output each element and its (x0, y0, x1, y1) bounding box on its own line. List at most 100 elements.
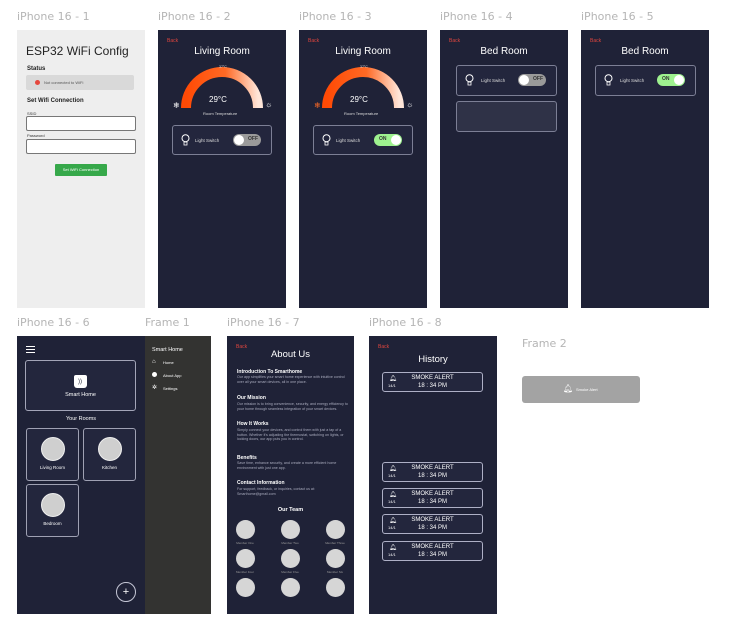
room-name: Bedroom (43, 521, 62, 526)
team-avatar (236, 578, 255, 597)
living-room-off-screen: Back Living Room 37°C 29°C Room Temperat… (158, 30, 286, 308)
team-avatar (236, 520, 255, 539)
temperature-gauge (181, 67, 263, 109)
password-label: Password (27, 133, 45, 138)
nav-drawer: Smart Home ⌂ Home About App ✲ Settings (145, 336, 211, 614)
info-icon (152, 372, 157, 377)
smart-home-card[interactable]: )) Smart Home (25, 360, 136, 411)
light-toggle[interactable]: OFF (233, 134, 261, 146)
alert-title: SMOKE ALERT (411, 375, 454, 381)
sun-icon: ☼ (406, 100, 414, 109)
page-title: Bed Room (621, 46, 669, 57)
alert-time: 18 : 34 PM (417, 525, 447, 531)
sun-icon: ☼ (265, 100, 273, 109)
ssid-input[interactable] (26, 116, 136, 131)
section-heading: How It Works (237, 421, 269, 427)
snowflake-icon: ❄ (173, 101, 180, 110)
team-avatar (281, 578, 300, 597)
section-text: Simply connect your devices, and control… (237, 428, 344, 441)
room-card-living-room[interactable]: Living Room (26, 428, 79, 481)
smart-home-card-title: Smart Home (65, 392, 96, 398)
status-text: Not connected to WiFi (44, 80, 84, 85)
frame-label-frame-1: Frame 1 (145, 316, 190, 329)
frame-label-iphone-7: iPhone 16 - 7 (227, 316, 300, 329)
drawer-item-label: Settings (163, 386, 178, 391)
back-link[interactable]: Back (590, 38, 601, 44)
room-name: Living Room (39, 465, 65, 470)
section-text: Save time, enhance security, and create … (237, 461, 337, 470)
alert-time: 18 : 34 PM (417, 552, 447, 558)
team-member-name: Member Six (326, 570, 343, 574)
light-bulb-icon (322, 134, 331, 146)
empty-device-card (456, 101, 557, 132)
room-card-kitchen[interactable]: Kitchen (83, 428, 136, 481)
alert-title: SMOKE ALERT (411, 465, 454, 471)
section-heading: Our Mission (237, 395, 266, 401)
set-wifi-heading: Set Wifi Connection (27, 98, 84, 104)
esp-title: ESP32 WiFi Config (26, 44, 129, 58)
page-title: Living Room (194, 46, 250, 57)
drawer-item-label: Home (163, 360, 174, 365)
back-link[interactable]: Back (308, 38, 319, 44)
back-link[interactable]: Back (449, 38, 460, 44)
room-card-bedroom[interactable]: Bedroom (26, 484, 79, 537)
gear-icon: ✲ (152, 385, 158, 391)
team-heading: Our Team (277, 507, 304, 513)
page-title: Living Room (335, 46, 391, 57)
section-heading: Contact Information (237, 480, 285, 486)
team-avatar (326, 549, 345, 568)
light-toggle[interactable]: OFF (518, 74, 546, 86)
hamburger-menu-icon[interactable] (26, 346, 35, 353)
light-toggle[interactable]: ON (657, 74, 685, 86)
your-rooms-heading: Your Rooms (65, 416, 97, 422)
drawer-item-home[interactable]: ⌂ Home (152, 359, 207, 367)
status-heading: Status (27, 66, 46, 72)
set-wifi-button[interactable]: Set WiFi Connection (55, 164, 107, 176)
back-link[interactable]: Back (167, 38, 178, 44)
drawer-item-about[interactable]: About App (152, 372, 207, 380)
history-item[interactable]: 🔔︎ SMOKE ALERT 14/1 18 : 34 PM (382, 462, 483, 482)
history-item[interactable]: 🔔︎ SMOKE ALERT 14/1 18 : 34 PM (382, 488, 483, 508)
smoke-alert-notification[interactable]: 🔔︎ Smoke Alert (522, 376, 640, 403)
add-room-button[interactable]: + (116, 582, 136, 602)
history-screen: Back History 🔔︎ SMOKE ALERT 14/1 18 : 34… (369, 336, 497, 614)
history-item[interactable]: 🔔︎ SMOKE ALERT 14/1 18 : 34 PM (382, 514, 483, 534)
alert-title: SMOKE ALERT (411, 544, 454, 550)
toggle-knob (674, 75, 684, 85)
back-link[interactable]: Back (378, 344, 389, 350)
frame-label-frame-2: Frame 2 (522, 337, 567, 350)
frame-label-iphone-1: iPhone 16 - 1 (17, 10, 90, 23)
toggle-state: OFF (533, 76, 543, 82)
temperature-label: Room Temperature (203, 111, 238, 116)
room-image (41, 437, 65, 461)
temperature-value: 29°C (209, 95, 227, 104)
password-input[interactable] (26, 139, 136, 154)
status-box: Not connected to WiFi (26, 75, 134, 90)
drawer-item-settings[interactable]: ✲ Settings (152, 385, 207, 393)
bed-room-off-screen: Back Bed Room Light Switch OFF (440, 30, 568, 308)
light-bulb-icon (465, 74, 474, 86)
team-member-name: Member Three (325, 541, 345, 545)
team-member-name: Member Five (281, 570, 299, 574)
about-screen: Back About Us Introduction To Smarthome … (227, 336, 354, 614)
home-screen: )) Smart Home Your Rooms Living Room Kit… (17, 336, 145, 614)
status-dot-icon (35, 80, 40, 85)
section-text: Our app simplifies your smart home exper… (237, 375, 345, 384)
light-bulb-icon (181, 134, 190, 146)
light-switch-card: Light Switch ON (313, 125, 413, 155)
history-item[interactable]: 🔔︎ SMOKE ALERT 14/1 18 : 34 PM (382, 372, 483, 392)
gauge-max-label: 37°C (360, 65, 368, 69)
section-text: Our mission is to bring convenience, sec… (237, 402, 348, 411)
history-item[interactable]: 🔔︎ SMOKE ALERT 14/1 18 : 34 PM (382, 541, 483, 561)
page-title: About Us (270, 349, 311, 360)
team-member-name: Member Two (281, 541, 299, 545)
gauge-max-label: 37°C (219, 65, 227, 69)
toggle-state: OFF (248, 136, 258, 142)
snowflake-icon: ❄ (314, 101, 321, 110)
team-avatar (281, 520, 300, 539)
light-switch-label: Light Switch (336, 138, 361, 143)
toggle-state: ON (379, 136, 387, 142)
light-toggle[interactable]: ON (374, 134, 402, 146)
drawer-item-label: About App (163, 373, 182, 378)
team-avatar (281, 549, 300, 568)
